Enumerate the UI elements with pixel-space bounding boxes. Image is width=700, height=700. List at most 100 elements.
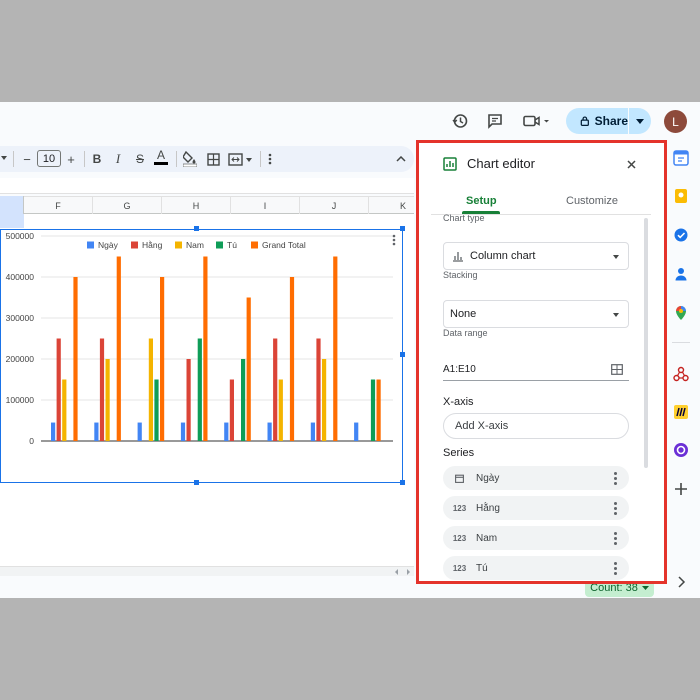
- bar: [180, 422, 186, 441]
- series-name: Ngày: [476, 472, 500, 484]
- column-chart[interactable]: 500000 400000 300000 200000 100000 0 Ngày Hằng N…: [1, 230, 403, 483]
- select-range-icon[interactable]: [611, 364, 623, 375]
- close-icon[interactable]: [627, 160, 636, 169]
- maps-icon[interactable]: [673, 305, 689, 321]
- keep-icon[interactable]: [673, 188, 689, 204]
- tab-customize[interactable]: Customize: [566, 195, 618, 207]
- x-axis-title: X-axis: [443, 396, 474, 408]
- column-chart-icon: [453, 251, 463, 262]
- addon-network-icon[interactable]: [673, 366, 689, 382]
- text-color-button[interactable]: A: [153, 147, 169, 167]
- bar: [278, 379, 283, 441]
- bar: [94, 422, 99, 441]
- resize-handle-right[interactable]: [400, 352, 405, 357]
- column-header-i[interactable]: I: [231, 197, 300, 214]
- add-x-axis-button[interactable]: Add X-axis: [443, 413, 629, 439]
- bar: [137, 422, 142, 441]
- column-header-h[interactable]: H: [162, 197, 231, 214]
- bar: [116, 256, 121, 441]
- bar: [99, 338, 105, 441]
- resize-handle-top[interactable]: [194, 226, 199, 231]
- chart-menu-icon[interactable]: [392, 234, 396, 246]
- toolbar-divider: [13, 151, 14, 167]
- bar: [322, 359, 327, 441]
- borders-button[interactable]: [204, 149, 222, 169]
- chart-type-label: Chart type: [443, 213, 485, 223]
- chart-type-value: Column chart: [470, 250, 536, 262]
- more-options-button[interactable]: [264, 149, 276, 169]
- avatar[interactable]: L: [664, 110, 687, 133]
- series-name: Hằng: [476, 502, 500, 514]
- text-color-swatch: [154, 162, 168, 165]
- bar: [241, 359, 246, 441]
- addon-miro-icon[interactable]: [673, 404, 689, 420]
- series-name: Nam: [476, 532, 498, 544]
- collapse-toolbar-button[interactable]: [394, 149, 408, 169]
- column-header-g[interactable]: G: [93, 197, 162, 214]
- editor-scrollbar[interactable]: [644, 218, 648, 468]
- more-vert-icon[interactable]: [614, 562, 617, 575]
- legend-swatch: [131, 241, 138, 249]
- tab-setup[interactable]: Setup: [466, 195, 497, 207]
- series-item-nam[interactable]: 123 Nam: [443, 526, 629, 550]
- meet-icon[interactable]: [518, 107, 554, 135]
- increase-font-size-button[interactable]: +: [64, 149, 78, 169]
- series-item-ngay[interactable]: Ngày: [443, 466, 629, 490]
- legend-swatch: [87, 241, 94, 249]
- caret-down-icon: [613, 313, 619, 317]
- strikethrough-button[interactable]: S: [133, 149, 147, 169]
- embedded-chart[interactable]: 500000 400000 300000 200000 100000 0 Ngày Hằng N…: [0, 229, 403, 483]
- bar: [154, 379, 159, 441]
- caret-down-icon[interactable]: [1, 156, 7, 160]
- caret-down-icon: [613, 255, 619, 259]
- y-tick-label: 200000: [6, 354, 35, 364]
- bold-button[interactable]: B: [90, 149, 104, 169]
- column-header-j[interactable]: J: [300, 197, 369, 214]
- stacking-dropdown[interactable]: None: [443, 300, 629, 328]
- tasks-icon[interactable]: [673, 227, 689, 243]
- history-icon[interactable]: [446, 107, 474, 135]
- selected-column-header[interactable]: [0, 196, 24, 214]
- bar: [105, 359, 110, 441]
- bar: [51, 422, 56, 441]
- legend-label: Ngày: [98, 240, 119, 250]
- horizontal-scrollbar[interactable]: [0, 566, 414, 576]
- merge-cells-button[interactable]: [227, 149, 255, 169]
- bar: [160, 277, 165, 441]
- toolbar-divider: [84, 151, 85, 167]
- comment-icon[interactable]: [481, 107, 509, 135]
- addon-circle-icon[interactable]: [673, 442, 689, 458]
- chevron-right-icon[interactable]: [673, 574, 689, 590]
- share-main[interactable]: Share: [566, 108, 628, 134]
- formula-bar[interactable]: [0, 178, 414, 194]
- share-dropdown-button[interactable]: [629, 108, 651, 134]
- calendar-icon[interactable]: [673, 150, 689, 166]
- resize-handle-bottom[interactable]: [194, 480, 199, 485]
- formatting-toolbar: − 10 + B I S A: [0, 146, 414, 172]
- column-header-f[interactable]: F: [24, 197, 93, 214]
- resize-handle-bottom-right[interactable]: [400, 480, 405, 485]
- selected-cell-highlight[interactable]: [0, 214, 24, 228]
- decrease-font-size-button[interactable]: −: [21, 149, 33, 169]
- font-size-input[interactable]: 10: [37, 150, 61, 167]
- add-addon-icon[interactable]: [673, 481, 689, 497]
- bar: [316, 338, 321, 441]
- series-item-hang[interactable]: 123 Hằng: [443, 496, 629, 520]
- paint-bucket-icon: [183, 151, 197, 167]
- resize-handle-top-right[interactable]: [400, 226, 405, 231]
- scroll-arrows-icon[interactable]: [394, 569, 412, 575]
- italic-button[interactable]: I: [111, 149, 125, 169]
- bar: [289, 277, 295, 441]
- fill-color-button[interactable]: [181, 149, 199, 169]
- chart-type-dropdown[interactable]: Column chart: [443, 242, 629, 270]
- contacts-icon[interactable]: [673, 266, 689, 282]
- more-vert-icon[interactable]: [614, 472, 617, 485]
- share-button[interactable]: Share: [566, 108, 651, 134]
- series-item-tu[interactable]: 123 Tú: [443, 556, 629, 580]
- more-vert-icon[interactable]: [614, 502, 617, 515]
- more-vert-icon[interactable]: [614, 532, 617, 545]
- sheets-window: Share L − 10 + B I S A F G H I J K 50000…: [0, 102, 700, 598]
- data-range-input[interactable]: A1:E10: [443, 364, 476, 375]
- bar: [186, 359, 191, 441]
- y-tick-label: 400000: [6, 272, 35, 282]
